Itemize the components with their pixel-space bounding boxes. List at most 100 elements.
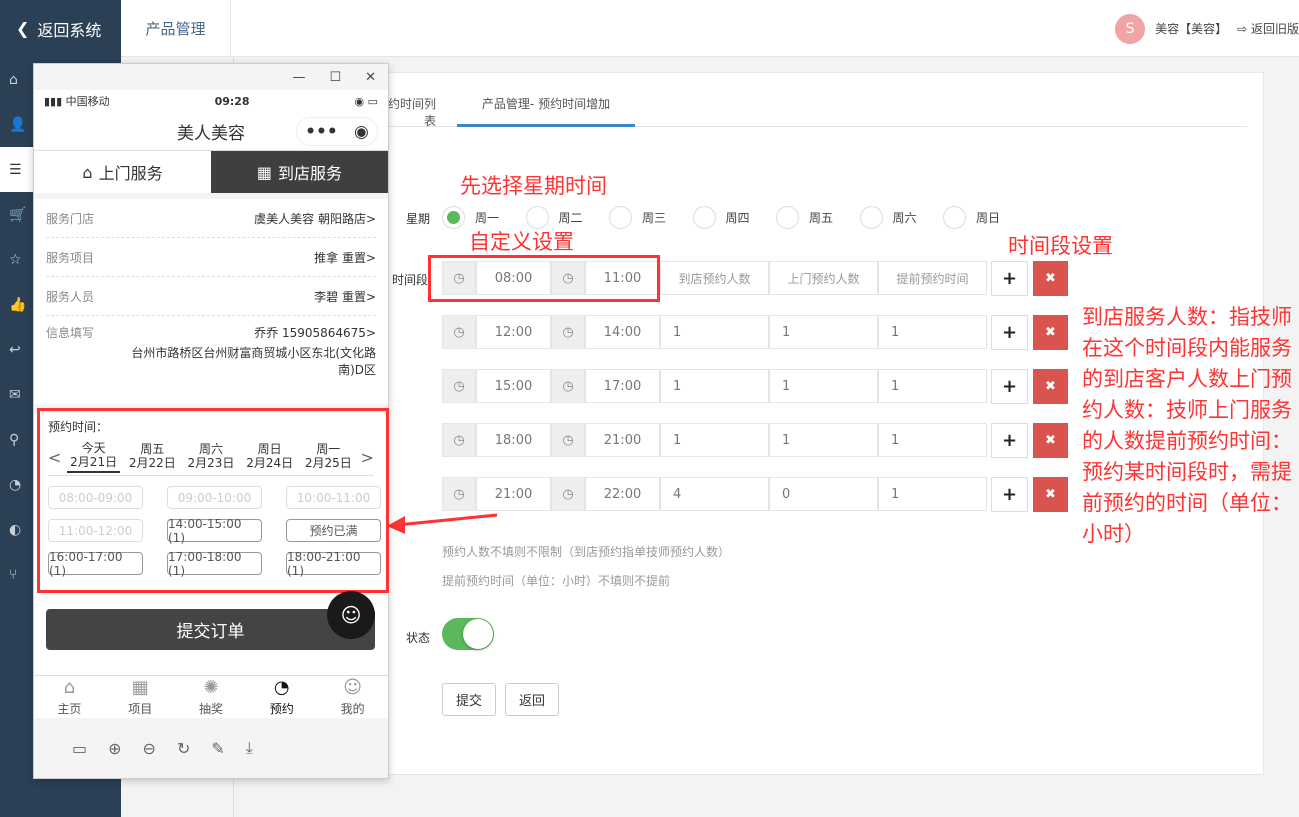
- clock-icon: ◷: [442, 315, 476, 349]
- clock-icon: ◷: [551, 423, 585, 457]
- info-row[interactable]: 服务项目 推拿 重置>: [46, 238, 376, 277]
- delete-row-button[interactable]: ✖: [1033, 369, 1068, 404]
- advance-input[interactable]: 1: [878, 423, 987, 457]
- delete-row-button[interactable]: ✖: [1033, 315, 1068, 350]
- chevron-left-icon: ❮: [16, 19, 30, 38]
- header-tab-product[interactable]: 产品管理: [121, 0, 231, 57]
- home-input[interactable]: 0: [769, 477, 878, 511]
- tabbar-item[interactable]: ☺ 我的: [317, 676, 388, 719]
- close-miniapp-icon[interactable]: ◉: [354, 122, 369, 142]
- close-icon[interactable]: ✕: [365, 70, 376, 85]
- store-input[interactable]: 1: [660, 369, 769, 403]
- info-row[interactable]: 服务门店 虞美人美容 朝阳路店>: [46, 199, 376, 238]
- store-icon: ▦: [256, 162, 273, 182]
- zoom-out-icon[interactable]: ⊖: [143, 739, 156, 758]
- top-header: 产品管理 S 美容【美容】 ⇨ 返回旧版: [121, 0, 1299, 57]
- store-input[interactable]: 1: [660, 423, 769, 457]
- start-time-input[interactable]: 18:00: [476, 423, 551, 457]
- end-time-input[interactable]: 22:00: [585, 477, 660, 511]
- info-row[interactable]: 服务人员 李碧 重置>: [46, 277, 376, 316]
- weekday-radio[interactable]: 周五: [776, 206, 833, 229]
- phone-simulator-window: — ☐ ✕ ▮▮▮ 中国移动 09:28 ◉ ▭ 美人美容 ••• ◉ ⌂ 上门服务 ▦ 到店服…: [33, 63, 389, 779]
- edit-icon[interactable]: ✎: [211, 739, 224, 758]
- store-input[interactable]: 4: [660, 477, 769, 511]
- clock-icon: ◷: [551, 369, 585, 403]
- zoom-in-icon[interactable]: ⊕: [108, 739, 121, 758]
- tabbar-item[interactable]: ◔ 预约: [246, 676, 317, 719]
- time-period-row: ◷ 12:00 ◷ 14:00 1 1 1 + ✖: [442, 315, 1068, 350]
- home-input[interactable]: 上门预约人数: [769, 261, 878, 295]
- app-title: 美人美容: [177, 123, 245, 144]
- annotation-custom: 自定义设置: [469, 230, 574, 254]
- hint-advance: 提前预约时间（单位：小时）不填则不提前: [442, 574, 671, 588]
- time-period-row: ◷ 21:00 ◷ 22:00 4 0 1 + ✖: [442, 477, 1068, 512]
- highlight-box: [428, 255, 660, 302]
- clock-icon: ◷: [442, 423, 476, 457]
- advance-input[interactable]: 提前预约时间: [878, 261, 987, 295]
- more-icon[interactable]: •••: [305, 122, 338, 142]
- end-time-input[interactable]: 14:00: [585, 315, 660, 349]
- layout-icon[interactable]: ▭: [72, 739, 87, 758]
- annotation-period: 时间段设置: [1008, 234, 1113, 258]
- tab-icon: ☺: [343, 677, 362, 698]
- advance-input[interactable]: 1: [878, 369, 987, 403]
- tab-home-service[interactable]: ⌂ 上门服务: [34, 151, 211, 193]
- delete-row-button[interactable]: ✖: [1033, 261, 1068, 296]
- old-version-link[interactable]: ⇨ 返回旧版: [1237, 20, 1299, 37]
- customer-service-icon[interactable]: ☺: [327, 591, 375, 639]
- info-row[interactable]: 信息填写 乔乔 15905864675> 台州市路桥区台州财富商贸城小区东北(文化路…: [46, 316, 376, 386]
- house-icon: ⌂: [82, 162, 93, 182]
- add-row-button[interactable]: +: [991, 477, 1028, 512]
- carrier: ▮▮▮ 中国移动: [44, 95, 110, 108]
- add-row-button[interactable]: +: [991, 369, 1028, 404]
- download-icon[interactable]: ⤓: [246, 738, 253, 758]
- start-time-input[interactable]: 12:00: [476, 315, 551, 349]
- store-input[interactable]: 1: [660, 315, 769, 349]
- tabbar-item[interactable]: ✺ 抽奖: [176, 676, 247, 719]
- tab-icon: ✺: [203, 677, 219, 698]
- tab-icon: ▦: [131, 677, 149, 698]
- user-name[interactable]: 美容【美容】: [1155, 20, 1227, 37]
- back-button[interactable]: 返回: [505, 683, 559, 716]
- advance-input[interactable]: 1: [878, 315, 987, 349]
- tabbar-item[interactable]: ⌂ 主页: [34, 676, 105, 719]
- minimize-icon[interactable]: —: [292, 70, 305, 85]
- clock-icon: ◷: [551, 477, 585, 511]
- time-period-row: ◷ 18:00 ◷ 21:00 1 1 1 + ✖: [442, 423, 1068, 458]
- arrow-annotation: [387, 513, 498, 534]
- back-to-system-button[interactable]: ❮ 返回系统: [0, 0, 121, 57]
- store-input[interactable]: 到店预约人数: [660, 261, 769, 295]
- week-label: 星期: [406, 212, 431, 226]
- start-time-input[interactable]: 15:00: [476, 369, 551, 403]
- tabbar-item[interactable]: ▦ 项目: [105, 676, 176, 719]
- end-time-input[interactable]: 21:00: [585, 423, 660, 457]
- submit-button[interactable]: 提交: [442, 683, 496, 716]
- submit-order-button[interactable]: 提交订单: [46, 609, 375, 650]
- status-label: 状态: [406, 631, 431, 645]
- weekday-radio[interactable]: 周三: [609, 206, 666, 229]
- start-time-input[interactable]: 21:00: [476, 477, 551, 511]
- add-row-button[interactable]: +: [991, 261, 1028, 296]
- tab-time-add[interactable]: 产品管理- 预约时间增加: [457, 95, 635, 127]
- home-input[interactable]: 1: [769, 369, 878, 403]
- home-input[interactable]: 1: [769, 315, 878, 349]
- status-toggle[interactable]: [442, 618, 494, 650]
- add-row-button[interactable]: +: [991, 423, 1028, 458]
- weekday-radio[interactable]: 周二: [525, 206, 583, 229]
- tab-store-service[interactable]: ▦ 到店服务: [211, 151, 388, 193]
- maximize-icon[interactable]: ☐: [329, 70, 341, 85]
- weekday-radio[interactable]: 周一: [442, 206, 499, 229]
- delete-row-button[interactable]: ✖: [1033, 423, 1068, 458]
- end-time-input[interactable]: 17:00: [585, 369, 660, 403]
- period-label: 时间段: [392, 273, 429, 287]
- weekday-radio[interactable]: 周四: [692, 206, 750, 229]
- weekday-radio[interactable]: 周日: [943, 206, 1000, 229]
- add-row-button[interactable]: +: [991, 315, 1028, 350]
- delete-row-button[interactable]: ✖: [1033, 477, 1068, 512]
- avatar[interactable]: S: [1115, 13, 1146, 44]
- home-input[interactable]: 1: [769, 423, 878, 457]
- weekday-radio[interactable]: 周六: [859, 206, 917, 229]
- time-period-row: ◷ 15:00 ◷ 17:00 1 1 1 + ✖: [442, 369, 1068, 404]
- rotate-icon[interactable]: ↻: [177, 739, 190, 758]
- advance-input[interactable]: 1: [878, 477, 987, 511]
